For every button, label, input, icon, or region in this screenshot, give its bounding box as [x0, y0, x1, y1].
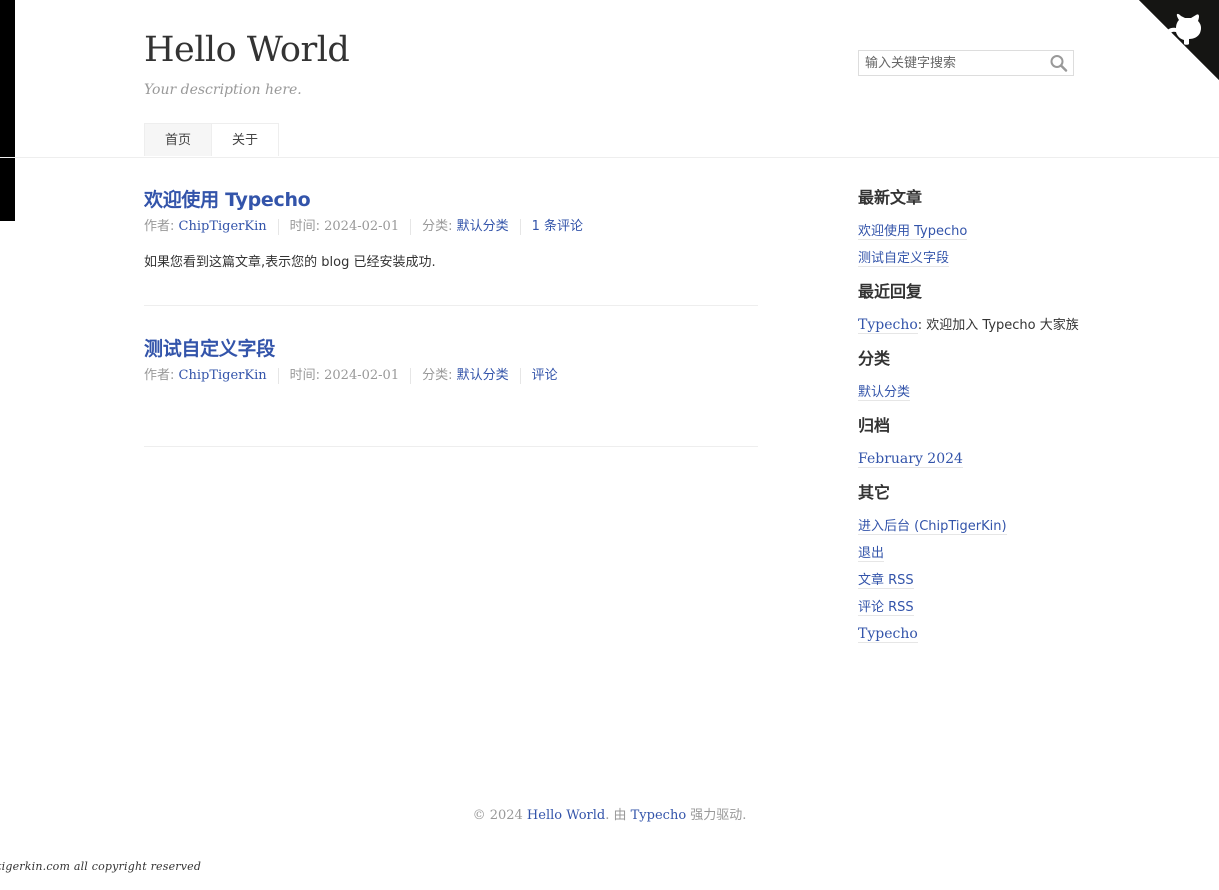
category-label: 分类: [422, 219, 457, 234]
main-nav: 首页 关于 [144, 123, 280, 157]
site-title[interactable]: Hello World [144, 30, 350, 70]
widget-recent-comments: 最近回复 Typecho: 欢迎加入 Typecho 大家族 [858, 279, 1098, 342]
widget-title: 归档 [858, 416, 891, 435]
recent-post-label: 欢迎使用 Typecho [858, 224, 968, 239]
list-item: Typecho: 欢迎加入 Typecho 大家族 [858, 315, 1098, 342]
footer-copyright: © 2024 [472, 808, 527, 823]
post-comments: 1 条评论 [519, 219, 594, 235]
author-link[interactable]: ChipTigerKin [179, 368, 267, 383]
footer-powered-prefix: . 由 [605, 808, 631, 823]
post-list: 欢迎使用 Typecho 作者: ChipTigerKin 时间: 2024-0… [144, 185, 758, 447]
admin-link[interactable]: 进入后台 (ChipTigerKin) [858, 518, 1007, 535]
recent-post-label: 测试自定义字段 [858, 251, 950, 266]
list-item: 文章 RSS [858, 570, 1098, 597]
nav-item-about[interactable]: 关于 [211, 123, 280, 156]
site-footer: © 2024 Hello World. 由 Typecho 强力驱动. [0, 804, 1219, 823]
site-description: Your description here. [144, 82, 302, 98]
comment-text: : 欢迎加入 Typecho 大家族 [917, 318, 1079, 333]
recent-post-link[interactable]: 测试自定义字段 [858, 250, 950, 267]
author-label: 作者: [144, 219, 179, 234]
post-item: 测试自定义字段 作者: ChipTigerKin 时间: 2024-02-01 … [144, 334, 758, 447]
search-button[interactable] [1049, 54, 1069, 72]
list-item: 默认分类 [858, 382, 1098, 409]
category-label: 默认分类 [858, 385, 911, 400]
time-value: 2024-02-01 [324, 368, 400, 383]
widget-other: 其它 进入后台 (ChipTigerKin) 退出 文章 RSS 评论 RSS … [858, 480, 1098, 651]
comments-link[interactable]: 1 条评论 [532, 219, 583, 234]
widget-title: 最近回复 [858, 282, 923, 301]
search-icon [1050, 55, 1068, 72]
site-header: Hello World Your description here. 首页 关于 [0, 0, 1219, 158]
comment-rss-label: 评论 RSS [858, 600, 914, 615]
post-item: 欢迎使用 Typecho 作者: ChipTigerKin 时间: 2024-0… [144, 185, 758, 306]
post-category: 分类: 默认分类 [410, 368, 520, 384]
comment-author-link[interactable]: Typecho [858, 317, 918, 334]
footer-powered-suffix: 强力驱动. [686, 808, 747, 823]
time-value: 2024-02-01 [324, 219, 400, 234]
widget-title: 其它 [858, 483, 891, 502]
post-title: 欢迎使用 Typecho [144, 185, 758, 215]
search-input[interactable] [859, 51, 1045, 75]
list-item: 测试自定义字段 [858, 248, 1098, 275]
comments-link[interactable]: 评论 [532, 368, 558, 383]
widget-categories: 分类 默认分类 [858, 346, 1098, 409]
category-label: 分类: [422, 368, 457, 383]
post-rss-label: 文章 RSS [858, 573, 914, 588]
post-time: 时间: 2024-02-01 [277, 219, 410, 235]
widget-archives: 归档 February 2024 [858, 413, 1098, 476]
widget-recent-posts: 最新文章 欢迎使用 Typecho 测试自定义字段 [858, 185, 1098, 275]
widget-title: 最新文章 [858, 188, 923, 207]
typecho-link[interactable]: Typecho [858, 626, 918, 643]
list-item: February 2024 [858, 449, 1098, 476]
list-item: 进入后台 (ChipTigerKin) [858, 516, 1098, 543]
nav-item-home[interactable]: 首页 [144, 123, 213, 156]
archive-link[interactable]: February 2024 [858, 451, 963, 468]
footer-typecho-link[interactable]: Typecho [631, 808, 687, 823]
post-title: 测试自定义字段 [144, 334, 758, 364]
post-meta: 作者: ChipTigerKin 时间: 2024-02-01 分类: 默认分类… [144, 366, 758, 386]
category-link[interactable]: 默认分类 [858, 384, 911, 401]
footer-site-link[interactable]: Hello World [527, 808, 605, 823]
sidebar: 最新文章 欢迎使用 Typecho 测试自定义字段 最近回复 Typecho: … [858, 185, 1098, 655]
post-time: 时间: 2024-02-01 [277, 368, 410, 384]
list-item: 评论 RSS [858, 597, 1098, 624]
comment-rss-link[interactable]: 评论 RSS [858, 599, 914, 616]
list-item: 欢迎使用 Typecho [858, 221, 1098, 248]
copyright-note: tigerkin.com all copyright reserved [0, 860, 202, 873]
time-label: 时间: [289, 219, 325, 234]
post-rss-link[interactable]: 文章 RSS [858, 572, 914, 589]
admin-label: 进入后台 (ChipTigerKin) [858, 519, 1007, 534]
logout-link[interactable]: 退出 [858, 545, 885, 562]
post-comments: 评论 [519, 368, 569, 384]
author-label: 作者: [144, 368, 179, 383]
logout-label: 退出 [858, 546, 885, 561]
list-item: Typecho [858, 624, 1098, 651]
post-excerpt: 如果您看到这篇文章,表示您的 blog 已经安装成功. [144, 255, 436, 270]
post-meta: 作者: ChipTigerKin 时间: 2024-02-01 分类: 默认分类… [144, 217, 758, 237]
post-author: 作者: ChipTigerKin [144, 219, 278, 235]
post-category: 分类: 默认分类 [410, 219, 520, 235]
category-link[interactable]: 默认分类 [457, 368, 509, 383]
post-title-link[interactable]: 测试自定义字段 [144, 338, 275, 360]
time-label: 时间: [289, 368, 325, 383]
widget-title: 分类 [858, 349, 891, 368]
category-link[interactable]: 默认分类 [457, 219, 509, 234]
post-author: 作者: ChipTigerKin [144, 368, 278, 384]
post-title-link[interactable]: 欢迎使用 Typecho [144, 189, 311, 211]
author-link[interactable]: ChipTigerKin [179, 219, 267, 234]
list-item: 退出 [858, 543, 1098, 570]
recent-post-link[interactable]: 欢迎使用 Typecho [858, 223, 968, 240]
search-form [858, 50, 1074, 76]
